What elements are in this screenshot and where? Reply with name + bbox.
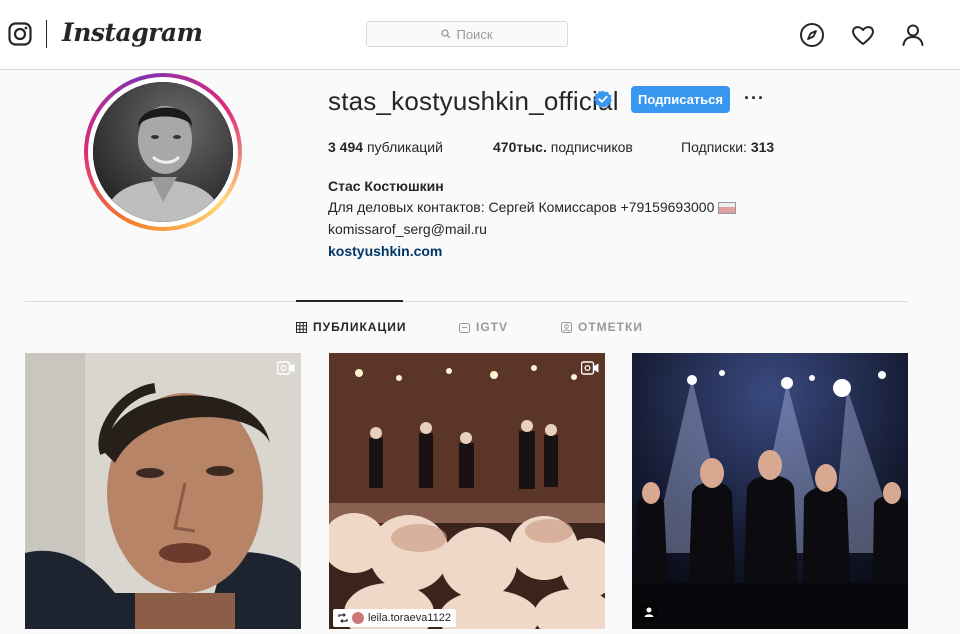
instagram-glyph-icon[interactable] (8, 22, 32, 46)
verified-badge-icon (594, 90, 612, 108)
repost-avatar (352, 612, 364, 624)
posts-label: публикаций (366, 139, 443, 155)
post-image (25, 353, 301, 629)
person-icon[interactable] (900, 22, 926, 48)
flag-emoji-icon (718, 202, 737, 215)
following-stat[interactable]: Подписки: 313 (681, 139, 774, 155)
tab-igtv-label: IGTV (476, 320, 509, 334)
tab-tagged-label: ОТМЕТКИ (578, 320, 643, 334)
avatar-story-ring[interactable] (84, 73, 242, 231)
following-label: Подписки: (681, 139, 747, 155)
repost-icon (338, 613, 348, 623)
search-icon (441, 29, 451, 39)
top-nav: Instagram Поиск (0, 0, 960, 70)
search-placeholder: Поиск (456, 26, 493, 42)
igtv-icon (459, 322, 470, 333)
avatar (93, 82, 233, 222)
followers-count: 470тыс. (493, 139, 547, 155)
tabs-divider (25, 301, 908, 302)
search-input[interactable]: Поиск (366, 21, 568, 47)
following-count: 313 (750, 139, 775, 155)
followers-label: подписчиков (550, 139, 633, 155)
bio-line1: Для деловых контактов: Сергей Комиссаров… (328, 199, 715, 215)
repost-username: leila.toraeva1122 (368, 612, 451, 624)
tab-tagged[interactable]: ОТМЕТКИ (561, 320, 643, 334)
tab-publications-label: ПУБЛИКАЦИИ (313, 320, 407, 334)
post-thumbnail[interactable]: leila.toraeva1122 (329, 353, 605, 629)
video-icon (581, 361, 599, 375)
bio-contact-line: Для деловых контактов: Сергей Комиссаров… (328, 199, 737, 215)
logo-divider (46, 20, 47, 48)
tab-igtv[interactable]: IGTV (459, 320, 508, 334)
post-image (632, 353, 908, 629)
post-thumbnail[interactable] (25, 353, 301, 629)
repost-tag: leila.toraeva1122 (333, 609, 456, 627)
follow-button[interactable]: Подписаться (631, 86, 730, 113)
user-tag-icon (640, 603, 658, 621)
website-link[interactable]: kostyushkin.com (328, 243, 442, 259)
compass-icon[interactable] (799, 22, 825, 48)
heart-icon[interactable] (850, 22, 876, 48)
profile-full-name: Стас Костюшкин (328, 178, 444, 194)
posts-count: 3 494 (328, 139, 364, 155)
grid-icon (296, 321, 307, 333)
brand-logo[interactable]: Instagram (62, 18, 203, 47)
more-options-icon[interactable]: ··· (744, 88, 765, 109)
video-icon (277, 361, 295, 375)
post-image (329, 353, 605, 629)
profile-username: stas_kostyushkin_official (328, 86, 619, 116)
tagged-icon (561, 321, 572, 333)
followers-stat[interactable]: 470тыс. подписчиков (493, 139, 633, 155)
active-tab-indicator (296, 300, 403, 302)
posts-count-stat: 3 494 публикаций (328, 139, 443, 155)
tab-publications[interactable]: ПУБЛИКАЦИИ (296, 320, 406, 334)
bio-email: komissarof_serg@mail.ru (328, 221, 487, 237)
post-thumbnail[interactable] (632, 353, 908, 629)
